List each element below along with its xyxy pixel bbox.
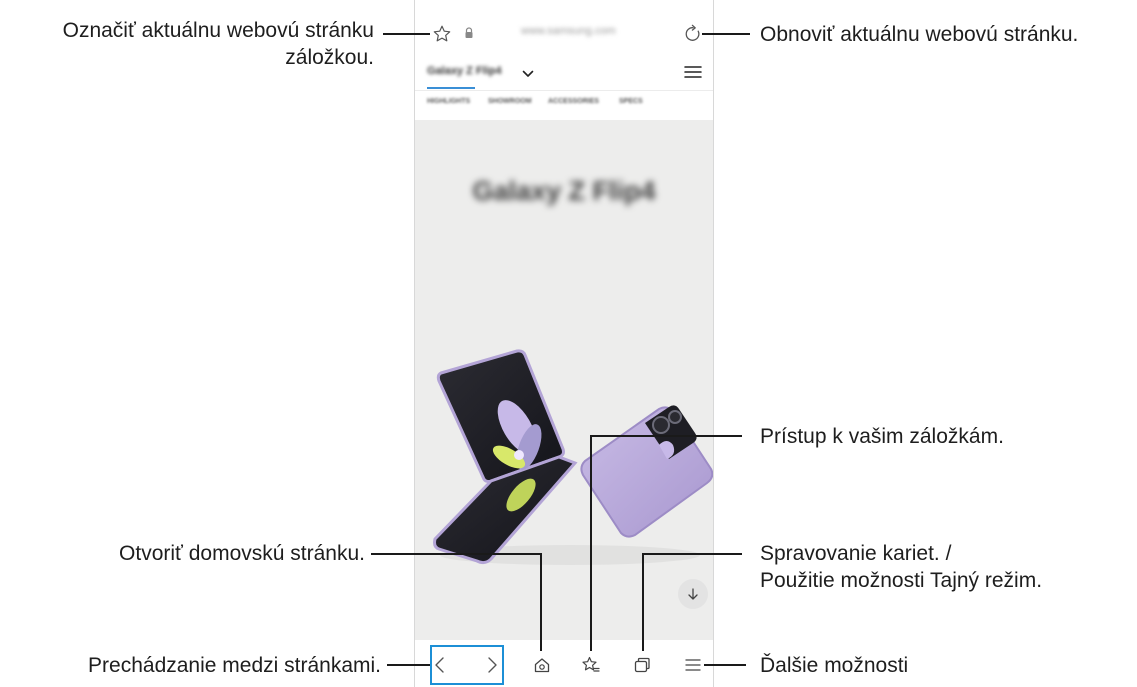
chevron-down-icon[interactable]: [522, 69, 534, 79]
home-icon[interactable]: [533, 656, 551, 674]
tab-showroom[interactable]: SHOWROOM: [488, 98, 532, 105]
site-menu-icon[interactable]: [683, 64, 703, 80]
url-bar[interactable]: www.samsung.com: [415, 14, 713, 54]
callout-bookmark-line1: Označiť aktuálnu webovú stránku: [62, 19, 374, 42]
hero-banner: Galaxy Z Flip4: [415, 120, 713, 640]
leader-home-v: [540, 553, 542, 651]
callout-more: Ďalšie možnosti: [760, 654, 909, 677]
url-text[interactable]: www.samsung.com: [521, 25, 616, 37]
callout-bookmark-line2: záložkou.: [285, 46, 374, 69]
leader-bookmarks-h: [590, 435, 742, 437]
section-tabs: HIGHLIGHTS SHOWROOM ACCESSORIES SPECS: [415, 92, 713, 118]
refresh-icon[interactable]: [683, 24, 703, 44]
lock-icon: [465, 27, 473, 38]
callout-bookmarks: Prístup k vašim záložkám.: [760, 425, 1004, 448]
product-image: [433, 349, 713, 565]
more-options-icon[interactable]: [684, 657, 702, 673]
leader-bookmarks-v: [590, 435, 592, 651]
leader-bookmark: [383, 33, 430, 35]
leader-tabs-v: [642, 553, 644, 651]
tabs-icon[interactable]: [632, 655, 652, 675]
tab-highlights[interactable]: HIGHLIGHTS: [427, 98, 470, 105]
callout-refresh: Obnoviť aktuálnu webovú stránku.: [760, 23, 1079, 46]
callout-bookmark: Označiť aktuálnu webovú stránku záložkou…: [63, 17, 374, 71]
callout-tabs: Spravovanie kariet. / Použitie možnosti …: [760, 540, 1042, 594]
active-tab-indicator: [427, 87, 475, 89]
scroll-down-button[interactable]: [678, 579, 708, 609]
tab-accessories[interactable]: ACCESSORIES: [548, 98, 599, 105]
leader-navigate: [387, 664, 430, 666]
leader-tabs-h: [642, 553, 742, 555]
leader-refresh: [702, 33, 750, 35]
bookmarks-icon[interactable]: [581, 655, 601, 675]
bookmark-star-icon[interactable]: [432, 24, 452, 44]
leader-more: [704, 664, 746, 666]
site-page-title[interactable]: Galaxy Z Flip4: [427, 65, 502, 77]
leader-home-h: [371, 553, 541, 555]
phone-screen: www.samsung.com Galaxy Z Flip4 HIGHLIGHT…: [414, 0, 714, 687]
navigation-highlight: [430, 645, 504, 685]
callout-tabs-line1: Spravovanie kariet. /: [760, 542, 952, 565]
callout-tabs-line2: Použitie možnosti Tajný režim.: [760, 569, 1043, 592]
hero-title: Galaxy Z Flip4: [472, 176, 656, 206]
arrow-down-icon: [688, 588, 698, 600]
callout-home: Otvoriť domovskú stránku.: [119, 542, 365, 565]
tab-specs[interactable]: SPECS: [619, 98, 643, 105]
site-header: Galaxy Z Flip4: [415, 56, 713, 91]
callout-navigate: Prechádzanie medzi stránkami.: [88, 654, 381, 677]
